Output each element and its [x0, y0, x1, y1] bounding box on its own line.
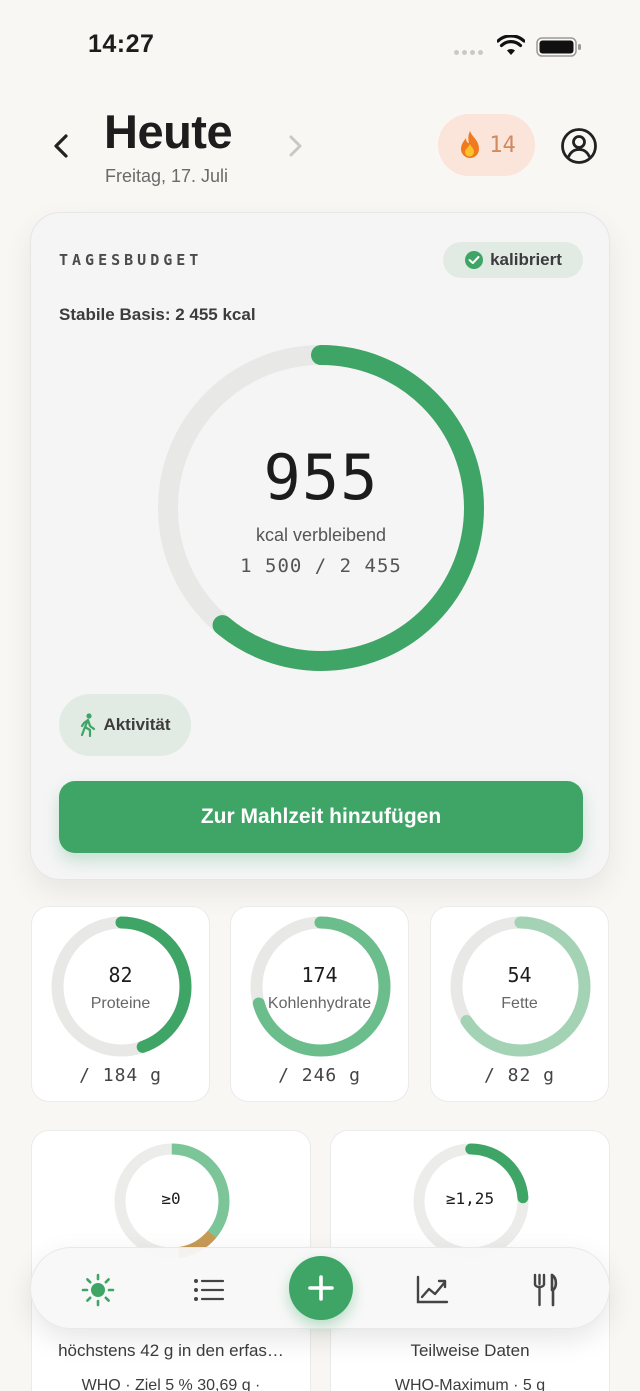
back-chevron-icon[interactable] — [46, 128, 76, 164]
status-bar: 14:27 — [0, 0, 640, 90]
sugar-caption: höchstens 42 g in den erfas… — [58, 1341, 284, 1360]
calibration-badge: kalibriert — [443, 242, 583, 278]
tab-trends[interactable] — [410, 1268, 454, 1312]
macro-card-carbs[interactable]: 174 Kohlenhydrate / 246 g — [230, 906, 409, 1102]
tab-bar — [30, 1247, 610, 1329]
stable-base-text: Stabile Basis: 2 455 kcal — [59, 305, 256, 324]
page-date: Freitag, 17. Juli — [105, 166, 229, 186]
card-label: TAGESBUDGET — [59, 251, 203, 269]
profile-icon[interactable] — [560, 127, 598, 165]
calibration-label: kalibriert — [490, 250, 562, 269]
add-entry-button[interactable] — [289, 1256, 353, 1320]
remaining-kcal-value: 955 — [263, 441, 379, 514]
chart-icon — [416, 1275, 449, 1304]
macro-target: / 82 g — [483, 1065, 556, 1086]
activity-label: Aktivität — [103, 715, 171, 734]
macro-name: Proteine — [90, 995, 151, 1012]
checkmark-icon — [465, 251, 484, 269]
kcal-progress-text: 1 500 / 2 455 — [240, 555, 402, 577]
wifi-icon — [497, 35, 525, 55]
macro-card-protein[interactable]: 82 Proteine / 184 g — [31, 906, 210, 1102]
tab-recipes[interactable] — [523, 1268, 567, 1312]
fork-knife-icon — [533, 1273, 558, 1307]
streak-count: 14 — [489, 132, 516, 158]
flame-icon — [461, 131, 480, 158]
tab-log[interactable] — [187, 1268, 231, 1312]
activity-button[interactable]: Aktivität — [59, 694, 191, 756]
sun-icon — [81, 1273, 115, 1307]
macro-value: 174 — [301, 963, 338, 987]
list-icon — [194, 1279, 225, 1301]
macro-value: 82 — [108, 963, 133, 987]
daily-budget-card: TAGESBUDGET kalibriert Stabile Basis: 2 … — [30, 212, 610, 880]
sugar-ring-label: ≥0 — [161, 1189, 181, 1208]
remaining-kcal-caption: kcal verbleibend — [255, 525, 387, 545]
plus-icon — [308, 1275, 334, 1301]
salt-caption: Teilweise Daten — [410, 1341, 530, 1360]
macro-name: Kohlenhydrate — [267, 995, 372, 1012]
macro-target: / 184 g — [79, 1065, 162, 1086]
forward-chevron-icon[interactable] — [282, 130, 308, 162]
macro-name: Fette — [501, 995, 538, 1012]
macro-card-fat[interactable]: 54 Fette / 82 g — [430, 906, 609, 1102]
tab-today[interactable] — [76, 1268, 120, 1312]
page-title: Heute — [104, 105, 233, 158]
add-meal-button[interactable]: Zur Mahlzeit hinzufügen — [59, 781, 583, 853]
streak-badge[interactable]: 14 — [438, 114, 535, 176]
salt-ring-label: ≥1,25 — [445, 1189, 495, 1208]
battery-icon — [536, 37, 581, 57]
macro-target: / 246 g — [278, 1065, 361, 1086]
status-time: 14:27 — [88, 30, 155, 58]
signal-icon — [454, 50, 483, 55]
salt-subcaption: WHO-Maximum · 5 g — [394, 1377, 546, 1391]
macro-value: 54 — [507, 963, 532, 987]
sugar-subcaption: WHO · Ziel 5 % 30,69 g · — [81, 1377, 261, 1391]
walking-icon — [81, 713, 96, 737]
